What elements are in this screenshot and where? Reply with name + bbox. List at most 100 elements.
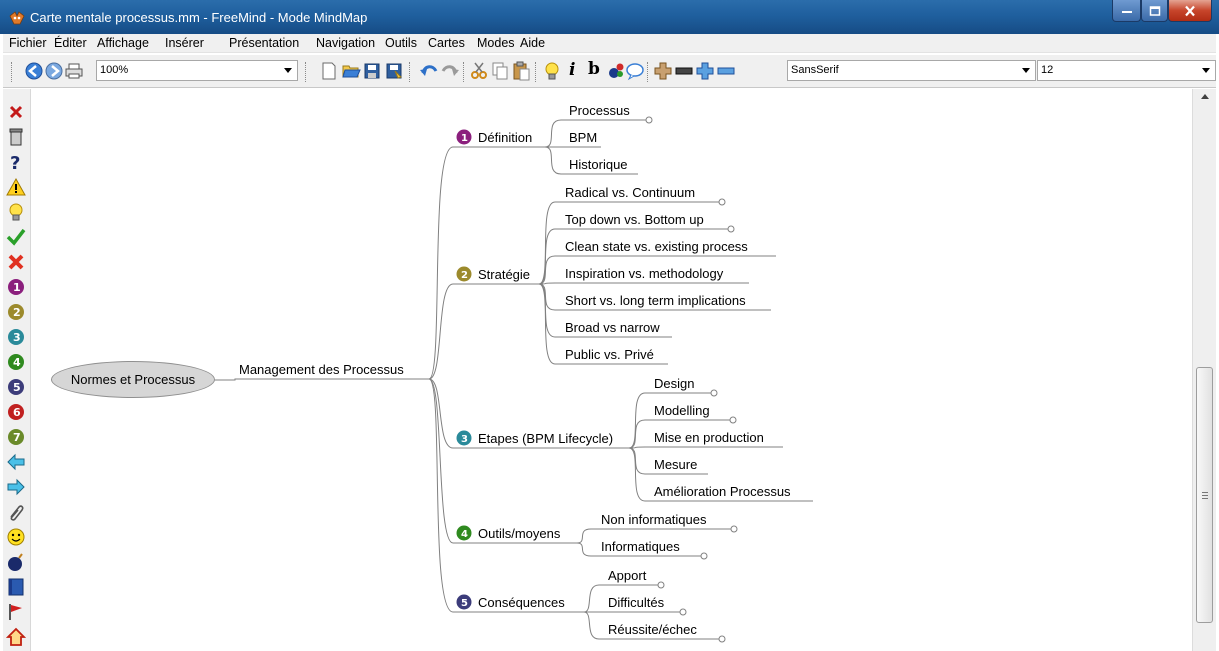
- copy-icon[interactable]: [490, 61, 510, 81]
- smiley-icon[interactable]: [6, 527, 26, 547]
- node-non-informatiques[interactable]: Non informatiques: [601, 512, 707, 527]
- scrollbar-thumb[interactable]: [1196, 367, 1213, 623]
- branch-outils-moyens[interactable]: Outils/moyens: [478, 526, 560, 541]
- new-icon[interactable]: [319, 61, 339, 81]
- node-short-vs-long[interactable]: Short vs. long term implications: [565, 293, 746, 308]
- node-historique[interactable]: Historique: [569, 157, 628, 172]
- add-small-icon[interactable]: [695, 61, 715, 81]
- arrow-left-icon[interactable]: [6, 452, 26, 472]
- node-informatiques[interactable]: Informatiques: [601, 539, 680, 554]
- priority-6-icon[interactable]: 6: [6, 402, 26, 422]
- freemind-window: Carte mentale processus.mm - FreeMind - …: [0, 0, 1219, 651]
- menu-inserer[interactable]: Insérer: [165, 36, 204, 50]
- remove-icon[interactable]: [674, 61, 694, 81]
- svg-text:7: 7: [13, 431, 21, 444]
- priority-5-icon[interactable]: 5: [6, 377, 26, 397]
- node-amelioration-processus[interactable]: Amélioration Processus: [654, 484, 791, 499]
- svg-text:4: 4: [13, 356, 21, 369]
- title-bar[interactable]: Carte mentale processus.mm - FreeMind - …: [0, 0, 1219, 34]
- minimize-icon: [1121, 10, 1132, 13]
- node-bpm[interactable]: BPM: [569, 130, 597, 145]
- vertical-scrollbar[interactable]: [1192, 89, 1216, 651]
- branch-definition[interactable]: Définition: [478, 130, 532, 145]
- node-top-down-vs-bottom-up[interactable]: Top down vs. Bottom up: [565, 212, 704, 227]
- node-inspiration[interactable]: Inspiration vs. methodology: [565, 266, 723, 281]
- node-mesure[interactable]: Mesure: [654, 457, 697, 472]
- save-as-icon[interactable]: [384, 61, 404, 81]
- bold-icon[interactable]: b: [588, 59, 600, 79]
- toolbar-separator: [535, 62, 536, 82]
- node-clean-state[interactable]: Clean state vs. existing process: [565, 239, 748, 254]
- flag-icon[interactable]: [6, 602, 26, 622]
- bulb-icon[interactable]: [6, 202, 26, 222]
- cloud-icon[interactable]: [625, 61, 645, 81]
- menu-affichage[interactable]: Affichage: [97, 36, 149, 50]
- close-red-icon[interactable]: [6, 102, 26, 122]
- home-icon[interactable]: [6, 627, 26, 647]
- font-size-select[interactable]: 12: [1037, 60, 1216, 81]
- book-icon[interactable]: [6, 577, 26, 597]
- undo-icon[interactable]: [419, 61, 439, 81]
- cut-icon[interactable]: [469, 61, 489, 81]
- save-icon[interactable]: [362, 61, 382, 81]
- zoom-select[interactable]: 100%: [96, 60, 298, 81]
- node-difficultes[interactable]: Difficultés: [608, 595, 664, 610]
- node-design[interactable]: Design: [654, 376, 694, 391]
- print-icon[interactable]: [64, 61, 84, 81]
- question-icon[interactable]: ?: [6, 152, 26, 172]
- add-icon[interactable]: [653, 61, 673, 81]
- open-icon[interactable]: [341, 61, 361, 81]
- mindmap-canvas[interactable]: Normes et Processus Management des Proce…: [31, 89, 1192, 651]
- cross-icon[interactable]: [6, 252, 26, 272]
- node-modelling[interactable]: Modelling: [654, 403, 710, 418]
- menu-modes[interactable]: Modes: [477, 36, 515, 50]
- remove-small-icon[interactable]: [716, 61, 736, 81]
- node-radical-vs-continuum[interactable]: Radical vs. Continuum: [565, 185, 695, 200]
- grip-icon: [1202, 492, 1208, 499]
- forward-icon[interactable]: [44, 61, 64, 81]
- paste-icon[interactable]: [511, 61, 531, 81]
- node-color-icon[interactable]: [606, 61, 626, 81]
- priority-7-icon[interactable]: 7: [6, 427, 26, 447]
- branch-etapes[interactable]: Etapes (BPM Lifecycle): [478, 431, 613, 446]
- paperclip-icon[interactable]: [6, 502, 26, 522]
- menu-editer[interactable]: Éditer: [54, 36, 87, 50]
- menu-aide[interactable]: Aide: [520, 36, 545, 50]
- node-public-vs-prive[interactable]: Public vs. Privé: [565, 347, 654, 362]
- node-apport[interactable]: Apport: [608, 568, 646, 583]
- maximize-button[interactable]: [1141, 0, 1168, 22]
- branch-strategie[interactable]: Stratégie: [478, 267, 530, 282]
- bomb-icon[interactable]: [6, 552, 26, 572]
- priority-2-icon[interactable]: 2: [6, 302, 26, 322]
- priority-3-icon: 3: [456, 430, 472, 446]
- priority-1-icon[interactable]: 1: [6, 277, 26, 297]
- priority-3-icon[interactable]: 3: [6, 327, 26, 347]
- minimize-button[interactable]: [1112, 0, 1141, 22]
- trash-icon[interactable]: [6, 127, 26, 147]
- idea-icon[interactable]: [542, 61, 562, 81]
- arrow-right-icon[interactable]: [6, 477, 26, 497]
- menu-cartes[interactable]: Cartes: [428, 36, 465, 50]
- check-icon[interactable]: [6, 227, 26, 247]
- icon-toolbar: ? 1 2 3 4 5 6 7: [3, 89, 31, 651]
- close-button[interactable]: [1168, 0, 1212, 22]
- priority-5-icon: 5: [456, 594, 472, 610]
- node-broad-vs-narrow[interactable]: Broad vs narrow: [565, 320, 660, 335]
- menu-outils[interactable]: Outils: [385, 36, 417, 50]
- font-family-select[interactable]: SansSerif: [787, 60, 1036, 81]
- branch-consequences[interactable]: Conséquences: [478, 595, 565, 610]
- back-icon[interactable]: [24, 61, 44, 81]
- node-mise-en-production[interactable]: Mise en production: [654, 430, 764, 445]
- italic-icon[interactable]: i: [569, 60, 575, 80]
- scroll-up-icon[interactable]: [1201, 94, 1209, 99]
- priority-4-icon[interactable]: 4: [6, 352, 26, 372]
- node-reussite-echec[interactable]: Réussite/échec: [608, 622, 697, 637]
- menu-presentation[interactable]: Présentation: [229, 36, 299, 50]
- warning-icon[interactable]: [6, 177, 26, 197]
- chevron-down-icon: [284, 68, 292, 73]
- redo-icon[interactable]: [440, 61, 460, 81]
- main-node[interactable]: Management des Processus: [239, 362, 404, 377]
- menu-navigation[interactable]: Navigation: [316, 36, 375, 50]
- menu-fichier[interactable]: Fichier: [9, 36, 47, 50]
- node-processus[interactable]: Processus: [569, 103, 630, 118]
